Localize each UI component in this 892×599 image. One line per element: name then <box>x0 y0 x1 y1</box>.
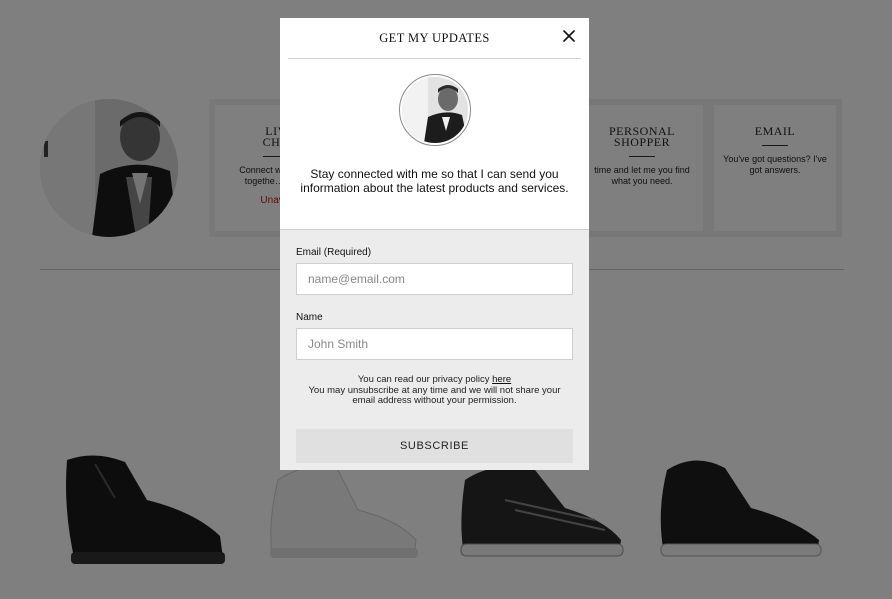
signup-form: Email (Required) Name You can read our p… <box>280 229 589 470</box>
close-icon[interactable] <box>562 29 576 43</box>
unsubscribe-note: You may unsubscribe at any time and we w… <box>308 384 561 406</box>
privacy-text: You can read our privacy policy <box>357 374 490 385</box>
get-updates-modal: GET MY UPDATES Stay connected with me so… <box>280 18 589 470</box>
modal-header: GET MY UPDATES <box>288 18 581 59</box>
email-input[interactable] <box>296 263 573 295</box>
email-label: Email (Required) <box>296 247 372 258</box>
modal-title: GET MY UPDATES <box>379 31 490 45</box>
intro-text: Stay connected with me so that I can sen… <box>300 167 569 195</box>
associate-avatar <box>399 74 471 146</box>
name-input[interactable] <box>296 328 573 360</box>
privacy-notice: You can read our privacy policy here You… <box>296 374 573 407</box>
privacy-policy-link[interactable]: here <box>492 374 511 385</box>
subscribe-button[interactable]: SUBSCRIBE <box>296 429 573 463</box>
name-label: Name <box>296 312 323 323</box>
